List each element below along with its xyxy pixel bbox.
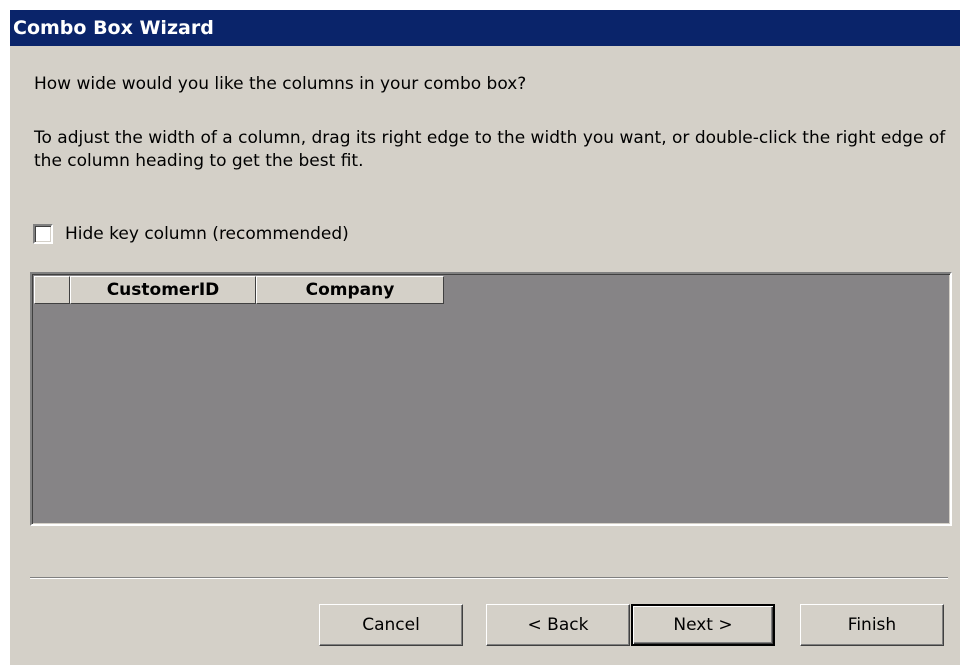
next-button-label: Next > [673,615,733,635]
finish-button[interactable]: Finish [800,604,944,646]
window-title: Combo Box Wizard [13,17,214,39]
hide-key-column-checkbox[interactable] [33,224,53,244]
instructions-text: To adjust the width of a column, drag it… [34,128,946,171]
question-text: How wide would you like the columns in y… [34,74,527,94]
column-header-customerid[interactable]: CustomerID [70,276,256,304]
hide-key-column-option[interactable]: Hide key column (recommended) [33,222,349,246]
back-button[interactable]: < Back [486,604,630,646]
grid-header: CustomerID Company [34,276,444,304]
finish-button-label: Finish [847,615,897,635]
cancel-button-label: Cancel [362,615,420,635]
cancel-button[interactable]: Cancel [319,604,463,646]
hide-key-column-label[interactable]: Hide key column (recommended) [65,224,349,244]
column-width-grid[interactable]: CustomerID Company [30,272,952,526]
screen-edge-left [0,0,10,665]
back-button-label: < Back [527,615,589,635]
column-header-company[interactable]: Company [256,276,444,304]
screen-edge-top [0,0,960,10]
row-selector-header[interactable] [34,276,70,304]
dialog-window: Combo Box Wizard How wide would you like… [0,0,960,665]
title-bar[interactable]: Combo Box Wizard [10,10,960,46]
button-separator [30,577,948,579]
next-button[interactable]: Next > [631,604,775,646]
